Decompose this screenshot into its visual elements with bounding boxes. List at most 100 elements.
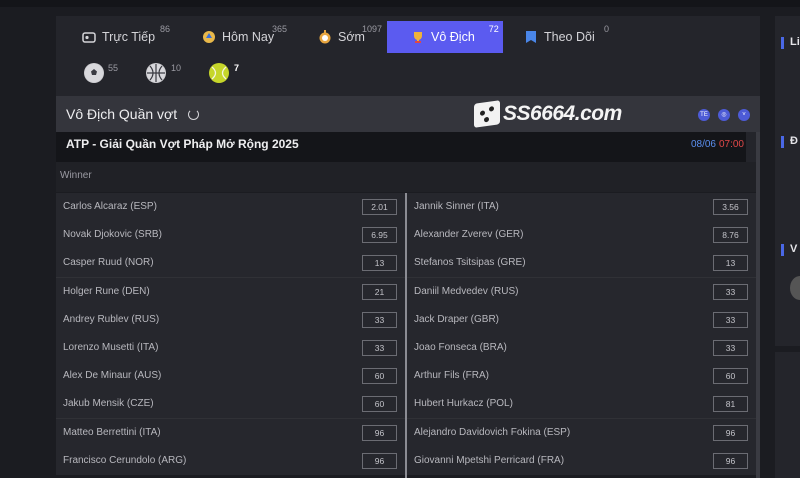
- player-name: Jack Draper (GBR): [414, 313, 500, 325]
- trophy-icon: [411, 30, 425, 44]
- odds-cell[interactable]: Giovanni Mpetshi Perricard (FRA) 96: [407, 446, 756, 475]
- player-name: Jannik Sinner (ITA): [414, 201, 499, 212]
- player-name: Andrey Rublev (RUS): [63, 313, 160, 325]
- right-section-marker: [781, 37, 784, 49]
- tab-count: 365: [272, 24, 288, 34]
- odds-button[interactable]: 3.56: [713, 199, 748, 215]
- odds-cell[interactable]: Jack Draper (GBR) 33: [407, 305, 756, 334]
- market-label: Winner: [60, 170, 92, 181]
- logo-text: S6664.com: [516, 102, 623, 125]
- today-icon: [202, 30, 216, 44]
- odds-button[interactable]: 96: [713, 424, 748, 441]
- odds-cell[interactable]: Matteo Berrettini (ITA) 96: [56, 418, 405, 447]
- odds-button[interactable]: 33: [713, 339, 748, 356]
- odds-button[interactable]: 2.01: [362, 199, 397, 215]
- match-date: 08/06: [690, 139, 716, 150]
- sport-count: 10: [171, 63, 182, 73]
- odds-button[interactable]: 33: [713, 311, 748, 328]
- odds-button[interactable]: 96: [362, 452, 397, 469]
- player-name: Francisco Cerundolo (ARG): [63, 454, 187, 466]
- tab-label: Theo Dõi: [544, 30, 595, 44]
- odds-cell[interactable]: Casper Ruud (NOR) 13: [56, 249, 405, 278]
- odds-button[interactable]: 33: [713, 283, 748, 300]
- match-time: 07:00: [718, 139, 744, 150]
- odds-cell[interactable]: Stefanos Tsitsipas (GRE) 13: [407, 249, 756, 278]
- tab-count: 86: [160, 24, 171, 34]
- odds-button[interactable]: 96: [713, 452, 748, 469]
- odds-cell[interactable]: Alejandro Davidovich Fokina (ESP) 96: [407, 418, 756, 447]
- tab-label: Sớm: [338, 30, 365, 44]
- market-header: Winner: [56, 162, 760, 192]
- odds-cell[interactable]: Holger Rune (DEN) 21: [56, 277, 405, 306]
- tab-count: 1097: [362, 24, 383, 34]
- player-name: Stefanos Tsitsipas (GRE): [414, 257, 526, 269]
- right-section-title: Đ: [790, 135, 798, 147]
- odds-button[interactable]: 60: [713, 368, 748, 385]
- odds-cell[interactable]: Carlos Alcaraz (ESP) 2.01: [56, 193, 405, 221]
- player-name: Alejandro Davidovich Fokina (ESP): [414, 426, 571, 438]
- sport-count: 7: [234, 63, 240, 73]
- logo-letter: S: [503, 102, 517, 125]
- odds-button[interactable]: 8.76: [713, 227, 748, 244]
- tab-live[interactable]: Trực Tiếp 86: [82, 21, 170, 53]
- player-name: Joao Fonseca (BRA): [414, 341, 507, 353]
- collapse-icon[interactable]: ˅: [738, 109, 750, 121]
- odds-button[interactable]: 60: [362, 368, 397, 385]
- sport-count: 55: [108, 63, 119, 73]
- filter-tabs-panel: Trực Tiếp 86 Hôm Nay 365 Sớm 1097 Vô Địc…: [56, 16, 760, 96]
- odds-button[interactable]: 13: [713, 255, 748, 272]
- odds-cell[interactable]: Francisco Cerundolo (ARG) 96: [56, 446, 405, 475]
- tennis-ball-icon[interactable]: [209, 63, 229, 83]
- dice-icon: [474, 100, 500, 128]
- odds-cell[interactable]: Andrey Rublev (RUS) 33: [56, 305, 405, 334]
- tab-label: Hôm Nay: [222, 30, 275, 44]
- odds-cell[interactable]: Jannik Sinner (ITA) 3.56: [407, 193, 756, 221]
- basketball-icon[interactable]: [146, 63, 166, 83]
- odds-button[interactable]: 6.95: [362, 227, 397, 244]
- top-bar: [0, 0, 800, 7]
- player-name: Arthur Fils (FRA): [414, 370, 489, 382]
- odds-cell[interactable]: Novak Djokovic (SRB) 6.95: [56, 221, 405, 250]
- refresh-icon[interactable]: [188, 109, 199, 120]
- right-panel-bottom: [775, 352, 800, 478]
- right-section-marker: [781, 136, 784, 148]
- player-name: Giovanni Mpetshi Perricard (FRA): [414, 454, 565, 466]
- player-name: Alexander Zverev (GER): [414, 229, 524, 241]
- odds-cell[interactable]: Lorenzo Musetti (ITA) 33: [56, 333, 405, 362]
- tab-today[interactable]: Hôm Nay 365: [202, 21, 287, 53]
- player-name: Matteo Berrettini (ITA): [63, 426, 161, 438]
- follow-icon: [524, 30, 538, 44]
- scrollbar[interactable]: [756, 132, 760, 478]
- odds-cell[interactable]: Joao Fonseca (BRA) 33: [407, 333, 756, 362]
- odds-button[interactable]: 33: [362, 339, 397, 356]
- odds-cell[interactable]: Hubert Hurkacz (POL) 81: [407, 390, 756, 419]
- tab-champion[interactable]: Vô Địch 72: [387, 21, 503, 53]
- right-section-title: Li: [790, 36, 800, 48]
- odds-button[interactable]: 21: [362, 283, 397, 300]
- settings-icon[interactable]: ◎: [718, 109, 730, 121]
- odds-cell[interactable]: Alexander Zverev (GER) 8.76: [407, 221, 756, 250]
- odds-button[interactable]: 60: [362, 396, 397, 413]
- stats-icon[interactable]: TE: [698, 109, 710, 121]
- right-section-marker: [781, 244, 784, 256]
- odds-button[interactable]: 33: [362, 311, 397, 328]
- tab-follow[interactable]: Theo Dõi 0: [524, 21, 609, 53]
- odds-cell[interactable]: Alex De Minaur (AUS) 60: [56, 362, 405, 391]
- soccer-ball-icon[interactable]: [84, 63, 104, 83]
- odds-button[interactable]: 96: [362, 424, 397, 441]
- odds-cell[interactable]: Daniil Medvedev (RUS) 33: [407, 277, 756, 306]
- live-icon: [82, 30, 96, 44]
- tab-label: Trực Tiếp: [102, 30, 156, 44]
- odds-cell[interactable]: Arthur Fils (FRA) 60: [407, 362, 756, 391]
- odds-cell[interactable]: Jakub Mensik (CZE) 60: [56, 390, 405, 419]
- tab-early[interactable]: Sớm 1097: [318, 21, 382, 53]
- column-divider: [405, 193, 407, 478]
- match-header[interactable]: ATP - Giải Quần Vợt Pháp Mở Rộng 2025 08…: [56, 132, 760, 162]
- player-name: Alex De Minaur (AUS): [63, 370, 162, 382]
- match-name: ATP - Giải Quần Vợt Pháp Mở Rộng 2025: [66, 137, 299, 151]
- player-name: Lorenzo Musetti (ITA): [63, 341, 159, 353]
- section-title: Vô Địch Quần vợt: [66, 106, 178, 122]
- odds-button[interactable]: 13: [362, 255, 397, 272]
- player-name: Jakub Mensik (CZE): [63, 398, 154, 410]
- odds-button[interactable]: 81: [713, 396, 748, 413]
